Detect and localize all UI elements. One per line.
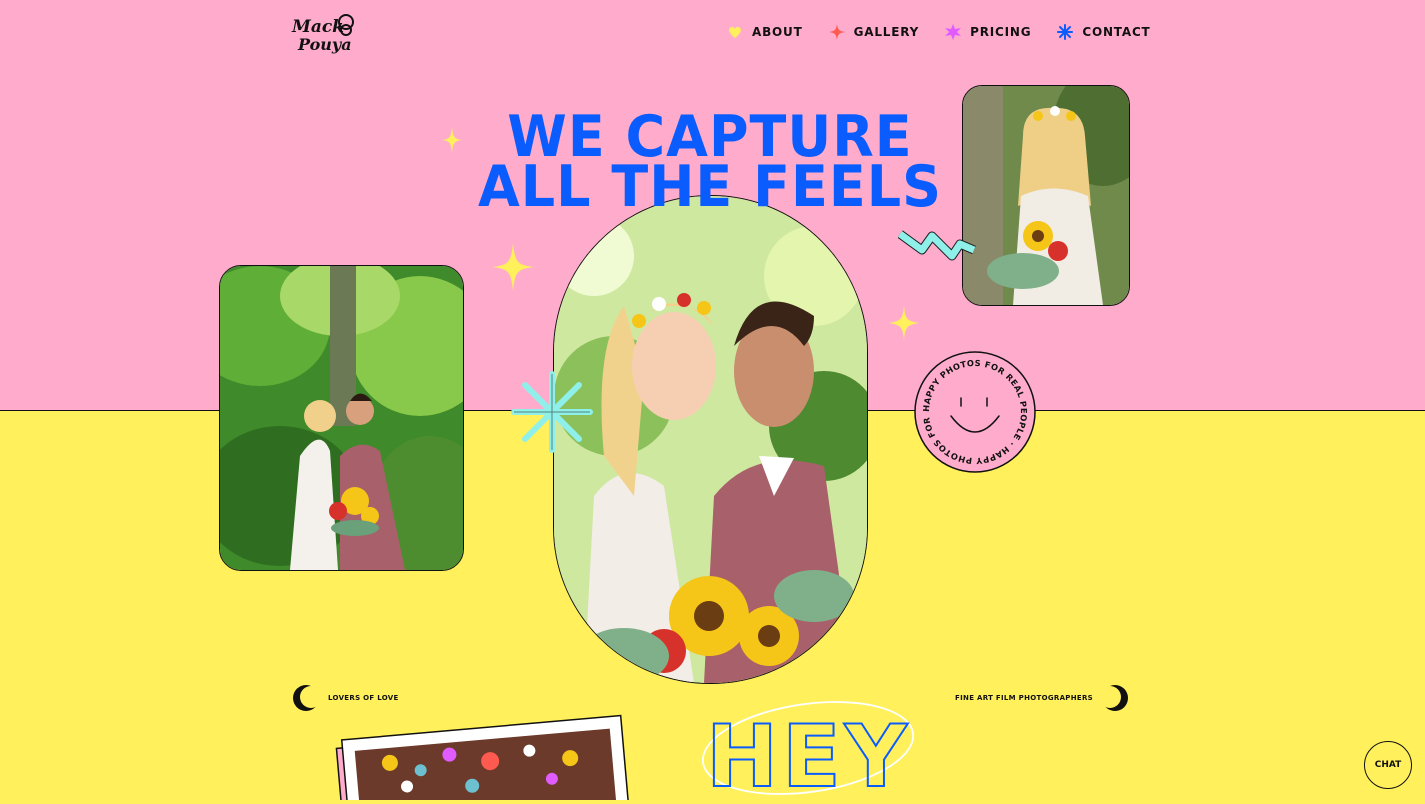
aqua-asterisk-icon: [511, 371, 593, 453]
nav-item-about[interactable]: About: [727, 24, 803, 40]
heart-icon: [729, 26, 741, 38]
nav-item-gallery[interactable]: Gallery: [828, 24, 920, 40]
svg-text:Mack: Mack: [291, 17, 344, 37]
moon-icon: [1101, 685, 1128, 711]
star-icon: [945, 24, 962, 40]
polaroid-photo-stack: [330, 700, 640, 804]
hero-title: WE CAPTURE ALL THE FEELS: [430, 108, 990, 220]
main-nav: About Gallery Pricing Contact: [727, 24, 1151, 40]
nav-label-about: About: [752, 25, 803, 39]
sparkle-icon: [828, 24, 845, 40]
yellow-sparkle-icon: [889, 305, 919, 341]
nav-label-gallery: Gallery: [853, 25, 920, 39]
logo-mark: Mack Pouya: [291, 14, 354, 54]
chat-button-label: CHAT: [1374, 760, 1402, 770]
brand-logo[interactable]: Mack Pouya: [290, 10, 360, 58]
nav-item-contact[interactable]: Contact: [1057, 24, 1150, 40]
yellow-sparkle-icon: [442, 127, 462, 153]
svg-text:Pouya: Pouya: [297, 35, 352, 54]
nav-label-contact: Contact: [1082, 25, 1151, 39]
photo-couple-center: [553, 195, 868, 684]
zigzag-icon: [898, 230, 976, 261]
moon-icon: [293, 685, 320, 711]
intro-heading: HEY: [700, 700, 1080, 804]
nav-item-pricing[interactable]: Pricing: [945, 24, 1031, 40]
chat-button[interactable]: CHAT: [1364, 741, 1412, 789]
photo-couple-left: [219, 265, 464, 571]
happy-photos-badge: HAPPY PHOTOS FOR REAL PEOPLE · HAPPY PHO…: [909, 342, 1037, 474]
yellow-sparkle-icon: [492, 243, 534, 291]
nav-label-pricing: Pricing: [970, 25, 1032, 39]
asterisk-icon: [1057, 24, 1074, 40]
intro-heading-text: HEY: [706, 707, 911, 800]
hero-title-line2: ALL THE FEELS: [477, 153, 943, 220]
